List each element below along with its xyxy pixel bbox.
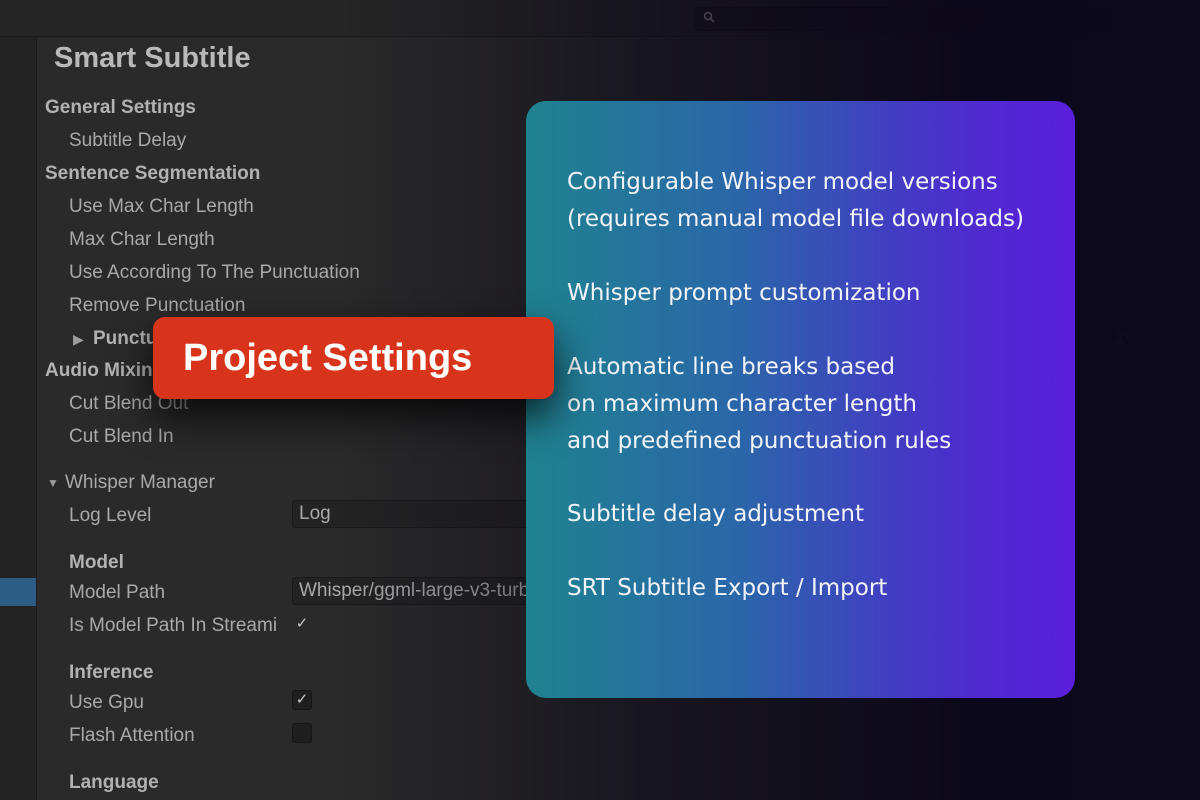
punctuations-count: 10: [1115, 328, 1137, 349]
feature-text: and predefined punctuation rules: [567, 428, 952, 454]
section-sentence-segmentation: Sentence Segmentation: [45, 163, 261, 184]
search-icon: [703, 11, 715, 23]
max-char-length-label: Max Char Length: [69, 229, 215, 250]
feature-prompt: Whisper prompt customization: [567, 275, 1067, 312]
section-general-settings: General Settings: [45, 97, 196, 118]
feature-card: Configurable Whisper model versions (req…: [526, 101, 1075, 698]
feature-text: Automatic line breaks based: [567, 354, 895, 380]
section-inference: Inference: [69, 662, 154, 683]
flash-attention-label: Flash Attention: [69, 725, 195, 746]
section-model: Model: [69, 552, 124, 573]
use-gpu-label: Use Gpu: [69, 692, 144, 713]
use-max-char-length-label: Use Max Char Length: [69, 196, 254, 217]
project-settings-badge: Project Settings: [153, 317, 554, 399]
feature-text: (requires manual model file downloads): [567, 206, 1024, 232]
feature-model-versions: Configurable Whisper model versions (req…: [567, 164, 1067, 238]
feature-text: SRT Subtitle Export / Import: [567, 575, 888, 601]
feature-text: Subtitle delay adjustment: [567, 501, 865, 527]
remove-punctuation-label: Remove Punctuation: [69, 295, 246, 316]
feature-text: Configurable Whisper model versions: [567, 169, 998, 195]
punctuations-expand-icon[interactable]: ▶: [73, 327, 84, 351]
use-punctuation-label: Use According To The Punctuation: [69, 262, 360, 283]
feature-text: Whisper prompt customization: [567, 280, 921, 306]
feature-line-breaks: Automatic line breaks based on maximum c…: [567, 349, 1067, 460]
cut-blend-in-label: Cut Blend In: [69, 426, 174, 447]
use-gpu-checkbox[interactable]: ✓: [292, 690, 312, 710]
model-path-streaming-label: Is Model Path In Streami: [69, 615, 278, 636]
page-title: Smart Subtitle: [54, 42, 251, 74]
section-language: Language: [69, 772, 159, 793]
sidebar-selected-item[interactable]: [0, 578, 36, 606]
model-path-streaming-checkbox[interactable]: ✓: [292, 615, 312, 635]
subtitle-delay-label: Subtitle Delay: [69, 130, 187, 151]
whisper-manager-collapse-icon[interactable]: ▼: [47, 471, 59, 495]
section-whisper-manager[interactable]: Whisper Manager: [65, 471, 215, 495]
feature-srt: SRT Subtitle Export / Import: [567, 570, 1067, 607]
feature-delay: Subtitle delay adjustment: [567, 496, 1067, 533]
flash-attention-checkbox[interactable]: [292, 723, 312, 743]
log-level-label: Log Level: [69, 505, 152, 526]
model-path-label: Model Path: [69, 582, 166, 603]
left-sidebar: [0, 37, 37, 800]
top-toolbar: [0, 0, 1200, 37]
feature-text: on maximum character length: [567, 391, 917, 417]
search-input[interactable]: [694, 7, 1200, 31]
